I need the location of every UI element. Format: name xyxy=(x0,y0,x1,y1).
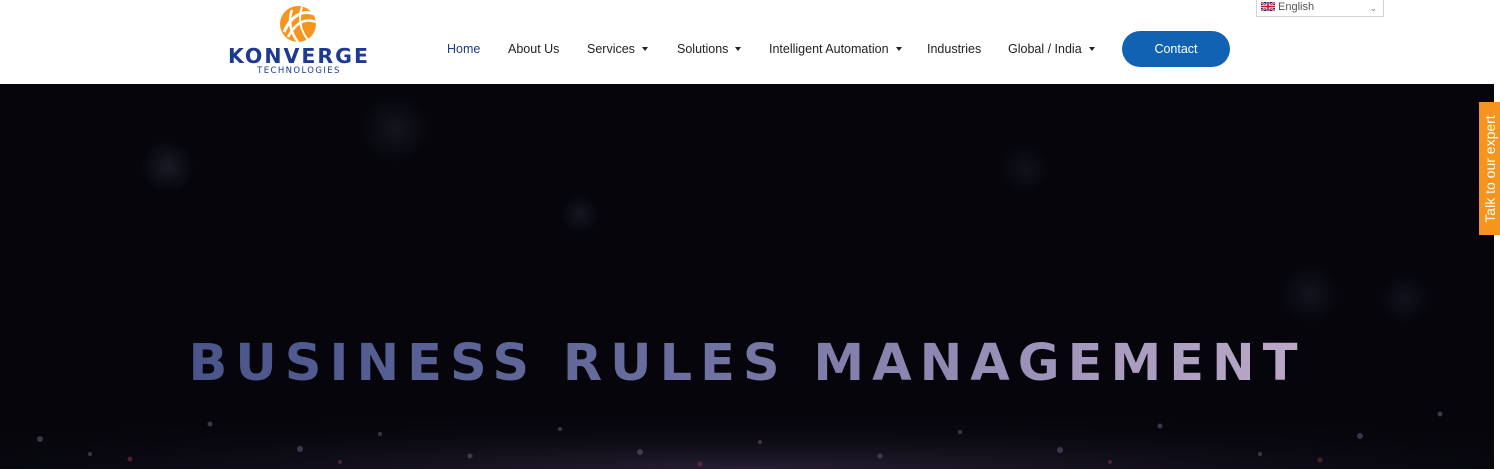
uk-flag-icon xyxy=(1261,1,1275,11)
bokeh-light xyxy=(1280,264,1340,324)
chevron-down-icon: ⌄ xyxy=(1369,3,1377,13)
bokeh-light xyxy=(360,94,430,164)
language-select[interactable]: English ⌄ xyxy=(1256,0,1384,17)
brand-tagline: TECHNOLOGIES xyxy=(257,66,341,76)
nav-home-label: Home xyxy=(447,42,481,56)
bokeh-light xyxy=(560,194,600,234)
bokeh-light xyxy=(1000,144,1050,194)
nav-home[interactable]: Home xyxy=(447,41,480,57)
site-header: KONVERGE TECHNOLOGIES Home About Us Serv… xyxy=(0,0,1500,84)
talk-to-expert-tab[interactable]: Talk to our expert xyxy=(1479,102,1500,235)
contact-button[interactable]: Contact xyxy=(1122,31,1230,67)
nav-services[interactable]: Services xyxy=(587,41,648,57)
hero-banner: BUSINESS RULES MANAGEMENT xyxy=(0,84,1494,469)
konverge-logo[interactable]: KONVERGE TECHNOLOGIES xyxy=(226,4,372,76)
nav-solutions[interactable]: Solutions xyxy=(677,41,742,57)
hero-title: BUSINESS RULES MANAGEMENT xyxy=(0,334,1494,393)
nav-about-us[interactable]: About Us xyxy=(508,41,559,57)
bokeh-light xyxy=(1380,274,1430,324)
brand-name: KONVERGE xyxy=(227,44,371,68)
nav-industries-label: Industries xyxy=(927,42,982,56)
city-lights-image xyxy=(0,384,1494,469)
nav-services-label: Services xyxy=(587,42,635,56)
nav-solutions-label: Solutions xyxy=(677,42,729,56)
nav-global-india-label: Global / India xyxy=(1008,42,1082,56)
nav-industries[interactable]: Industries xyxy=(927,41,981,57)
talk-to-expert-label: Talk to our expert xyxy=(1481,114,1498,223)
globe-swoosh-icon xyxy=(280,6,317,43)
nav-about-us-label: About Us xyxy=(508,42,560,56)
nav-intelligent-automation-label: Intelligent Automation xyxy=(769,42,889,56)
nav-intelligent-automation[interactable]: Intelligent Automation xyxy=(769,41,902,57)
bokeh-light xyxy=(140,139,195,194)
caret-down-icon xyxy=(1088,46,1095,51)
nav-global-india[interactable]: Global / India xyxy=(1008,41,1095,57)
language-selected-label: English xyxy=(1278,1,1315,13)
caret-down-icon xyxy=(895,46,902,51)
caret-down-icon xyxy=(641,46,648,51)
caret-down-icon xyxy=(735,46,742,51)
